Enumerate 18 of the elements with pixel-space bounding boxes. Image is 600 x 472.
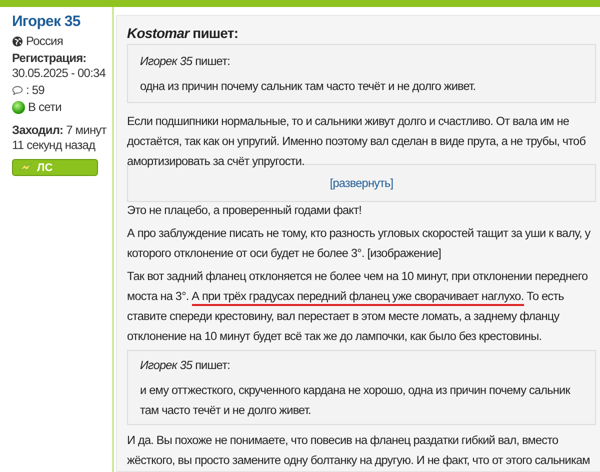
registration-label: Регистрация: bbox=[12, 51, 88, 66]
registration-date: 30.05.2025 - 00:34 bbox=[12, 66, 107, 81]
message-count: : 59 bbox=[26, 83, 44, 98]
country-text: Россия bbox=[26, 34, 63, 49]
quote-text: одна из причин почему сальник там часто течёт и не долго живет. bbox=[140, 78, 477, 95]
username-link[interactable]: Игорек 35 bbox=[12, 12, 112, 32]
expand-link[interactable]: [развернуть] bbox=[330, 176, 394, 190]
post-paragraph: Так вот задний фланец отклоняется не более чем на 10 минут, при отклонении переднего моста на 3°. А при трёх градусах передний фланец уже сворачивает наглухо. То есть ставите спереди крестовину, вал перестает в этом месте ломать, а заднему фланцу отклонение на 10 минут будет всё так же до лампочки, как было без крестовины. bbox=[127, 268, 589, 345]
status-text: В сети bbox=[28, 100, 62, 115]
post-paragraph: Это не плацебо, а проверенный годами факт! bbox=[127, 202, 362, 219]
last-visit-text: Заходил: 7 минут 11 секунд назад bbox=[12, 123, 108, 153]
post-paragraph: И да. Вы похоже не понимаете, что повесив на фланец раздатки гибкий вал, вместо жёсткого, вы просто замените одну болтанку на другую. И не факт, что от этого сальникам bbox=[127, 432, 591, 469]
post-paragraph: Если подшипники нормальные, то и сальники живут долго и счастливо. От вала им не достаётся, так как он упругий. Именно поэтому вал сделан в виде прута, а не трубы, чтоб амортизировать за счёт упругости. bbox=[127, 113, 587, 170]
quote-author: Игорек 35 пишет: bbox=[140, 357, 231, 374]
post-paragraph: А про заблуждение писать не тому, кто разность угловых скоростей тащит за уши к валу, у которого отклонение от оси будет не более 3°. [изображение] bbox=[127, 225, 592, 262]
quote-author: Игорек 35 пишет: bbox=[140, 53, 231, 70]
quote-author: Kostomar пишет: bbox=[127, 24, 240, 42]
quote-text: и ему оттжесткого, скрученного кардана не хорошо, одна из причин почему сальник там часто течёт и не долго живет. bbox=[140, 382, 572, 419]
